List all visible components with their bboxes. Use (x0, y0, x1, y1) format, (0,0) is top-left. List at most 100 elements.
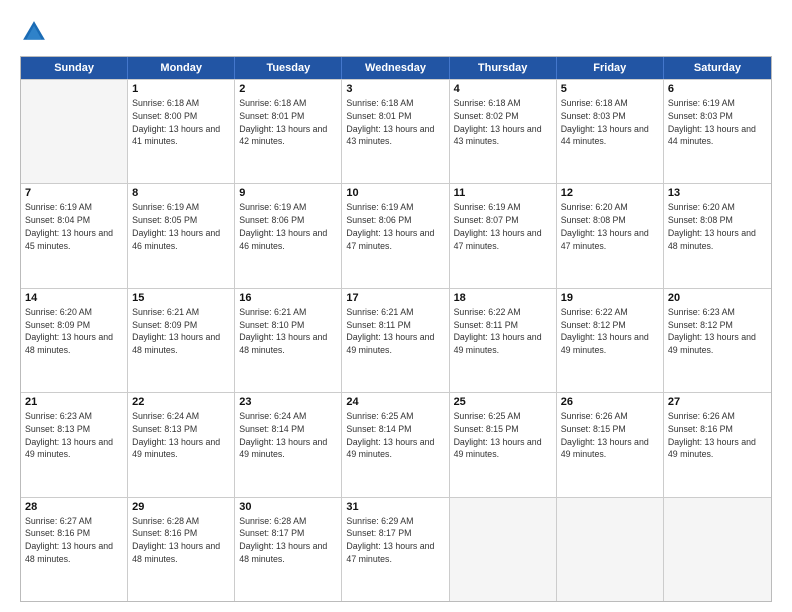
day-number: 23 (239, 396, 337, 408)
calendar-cell (557, 498, 664, 601)
day-info: Sunrise: 6:18 AM Sunset: 8:02 PM Dayligh… (454, 97, 552, 148)
day-number: 31 (346, 501, 444, 513)
day-info: Sunrise: 6:23 AM Sunset: 8:13 PM Dayligh… (25, 410, 123, 461)
day-info: Sunrise: 6:26 AM Sunset: 8:15 PM Dayligh… (561, 410, 659, 461)
day-info: Sunrise: 6:20 AM Sunset: 8:08 PM Dayligh… (668, 201, 767, 252)
logo (20, 18, 52, 46)
calendar-cell: 31 Sunrise: 6:29 AM Sunset: 8:17 PM Dayli… (342, 498, 449, 601)
calendar-cell: 30Sunrise: 6:28 AM Sunset: 8:17 PM Dayli… (235, 498, 342, 601)
day-number: 12 (561, 187, 659, 199)
calendar-row-1: 7 Sunrise: 6:19 AM Sunset: 8:04 PM Daylig… (21, 183, 771, 287)
day-number: 24 (346, 396, 444, 408)
calendar-cell (21, 80, 128, 183)
calendar-row-2: 14 Sunrise: 6:20 AM Sunset: 8:09 PM Dayli… (21, 288, 771, 392)
day-number: 20 (668, 292, 767, 304)
day-of-week-thursday: Thursday (450, 57, 557, 79)
day-info: Sunrise: 6:19 AM Sunset: 8:06 PM Dayligh… (346, 201, 444, 252)
day-number: 18 (454, 292, 552, 304)
day-info: Sunrise: 6:22 AM Sunset: 8:11 PM Dayligh… (454, 306, 552, 357)
calendar-body: 1 Sunrise: 6:18 AM Sunset: 8:00 PM Daylig… (21, 79, 771, 601)
day-info: Sunrise: 6:19 AM Sunset: 8:06 PM Dayligh… (239, 201, 337, 252)
day-number: 13 (668, 187, 767, 199)
calendar: SundayMondayTuesdayWednesdayThursdayFrid… (20, 56, 772, 602)
day-info: Sunrise: 6:19 AM Sunset: 8:05 PM Dayligh… (132, 201, 230, 252)
day-info: Sunrise: 6:27 AM Sunset: 8:16 PM Dayligh… (25, 515, 123, 566)
day-info: Sunrise: 6:28 AM Sunset: 8:17 PM Dayligh… (239, 515, 337, 566)
day-info: Sunrise: 6:18 AM Sunset: 8:01 PM Dayligh… (239, 97, 337, 148)
day-of-week-monday: Monday (128, 57, 235, 79)
day-number: 7 (25, 187, 123, 199)
calendar-cell: 13 Sunrise: 6:20 AM Sunset: 8:08 PM Dayli… (664, 184, 771, 287)
day-number: 27 (668, 396, 767, 408)
calendar-cell: 9 Sunrise: 6:19 AM Sunset: 8:06 PM Daylig… (235, 184, 342, 287)
day-number: 2 (239, 83, 337, 95)
day-info: Sunrise: 6:18 AM Sunset: 8:01 PM Dayligh… (346, 97, 444, 148)
day-info: Sunrise: 6:24 AM Sunset: 8:14 PM Dayligh… (239, 410, 337, 461)
day-number: 1 (132, 83, 230, 95)
calendar-row-4: 28 Sunrise: 6:27 AM Sunset: 8:16 PM Dayli… (21, 497, 771, 601)
day-number: 8 (132, 187, 230, 199)
day-info: Sunrise: 6:19 AM Sunset: 8:03 PM Dayligh… (668, 97, 767, 148)
day-number: 4 (454, 83, 552, 95)
calendar-cell: 19Sunrise: 6:22 AM Sunset: 8:12 PM Dayli… (557, 289, 664, 392)
calendar-cell: 12 Sunrise: 6:20 AM Sunset: 8:08 PM Dayli… (557, 184, 664, 287)
calendar-cell: 15 Sunrise: 6:21 AM Sunset: 8:09 PM Dayli… (128, 289, 235, 392)
calendar-row-0: 1 Sunrise: 6:18 AM Sunset: 8:00 PM Daylig… (21, 79, 771, 183)
day-info: Sunrise: 6:18 AM Sunset: 8:00 PM Dayligh… (132, 97, 230, 148)
calendar-cell: 27 Sunrise: 6:26 AM Sunset: 8:16 PM Dayli… (664, 393, 771, 496)
header (20, 18, 772, 46)
day-of-week-sunday: Sunday (21, 57, 128, 79)
day-number: 29 (132, 501, 230, 513)
logo-icon (20, 18, 48, 46)
calendar-cell: 26 Sunrise: 6:26 AM Sunset: 8:15 PM Dayli… (557, 393, 664, 496)
calendar-cell: 23 Sunrise: 6:24 AM Sunset: 8:14 PM Dayli… (235, 393, 342, 496)
calendar-cell: 14 Sunrise: 6:20 AM Sunset: 8:09 PM Dayli… (21, 289, 128, 392)
day-of-week-saturday: Saturday (664, 57, 771, 79)
day-info: Sunrise: 6:21 AM Sunset: 8:10 PM Dayligh… (239, 306, 337, 357)
calendar-cell: 10 Sunrise: 6:19 AM Sunset: 8:06 PM Dayli… (342, 184, 449, 287)
calendar-cell: 17Sunrise: 6:21 AM Sunset: 8:11 PM Dayli… (342, 289, 449, 392)
calendar-cell: 21 Sunrise: 6:23 AM Sunset: 8:13 PM Dayli… (21, 393, 128, 496)
day-info: Sunrise: 6:26 AM Sunset: 8:16 PM Dayligh… (668, 410, 767, 461)
day-number: 15 (132, 292, 230, 304)
calendar-cell: 11Sunrise: 6:19 AM Sunset: 8:07 PM Dayli… (450, 184, 557, 287)
day-number: 21 (25, 396, 123, 408)
calendar-cell: 4 Sunrise: 6:18 AM Sunset: 8:02 PM Daylig… (450, 80, 557, 183)
calendar-cell (664, 498, 771, 601)
day-info: Sunrise: 6:20 AM Sunset: 8:08 PM Dayligh… (561, 201, 659, 252)
day-of-week-tuesday: Tuesday (235, 57, 342, 79)
calendar-cell (450, 498, 557, 601)
calendar-cell: 16Sunrise: 6:21 AM Sunset: 8:10 PM Dayli… (235, 289, 342, 392)
day-number: 6 (668, 83, 767, 95)
calendar-row-3: 21 Sunrise: 6:23 AM Sunset: 8:13 PM Dayli… (21, 392, 771, 496)
day-info: Sunrise: 6:18 AM Sunset: 8:03 PM Dayligh… (561, 97, 659, 148)
day-number: 25 (454, 396, 552, 408)
day-number: 5 (561, 83, 659, 95)
day-number: 10 (346, 187, 444, 199)
day-info: Sunrise: 6:20 AM Sunset: 8:09 PM Dayligh… (25, 306, 123, 357)
calendar-cell: 1 Sunrise: 6:18 AM Sunset: 8:00 PM Daylig… (128, 80, 235, 183)
calendar-cell: 3 Sunrise: 6:18 AM Sunset: 8:01 PM Daylig… (342, 80, 449, 183)
day-of-week-friday: Friday (557, 57, 664, 79)
day-info: Sunrise: 6:19 AM Sunset: 8:07 PM Dayligh… (454, 201, 552, 252)
day-info: Sunrise: 6:29 AM Sunset: 8:17 PM Dayligh… (346, 515, 444, 566)
calendar-cell: 6 Sunrise: 6:19 AM Sunset: 8:03 PM Daylig… (664, 80, 771, 183)
calendar-cell: 2 Sunrise: 6:18 AM Sunset: 8:01 PM Daylig… (235, 80, 342, 183)
day-number: 26 (561, 396, 659, 408)
calendar-cell: 28 Sunrise: 6:27 AM Sunset: 8:16 PM Dayli… (21, 498, 128, 601)
day-info: Sunrise: 6:19 AM Sunset: 8:04 PM Dayligh… (25, 201, 123, 252)
calendar-cell: 8 Sunrise: 6:19 AM Sunset: 8:05 PM Daylig… (128, 184, 235, 287)
calendar-cell: 24Sunrise: 6:25 AM Sunset: 8:14 PM Dayli… (342, 393, 449, 496)
day-info: Sunrise: 6:21 AM Sunset: 8:09 PM Dayligh… (132, 306, 230, 357)
day-of-week-wednesday: Wednesday (342, 57, 449, 79)
calendar-cell: 20 Sunrise: 6:23 AM Sunset: 8:12 PM Dayli… (664, 289, 771, 392)
calendar-cell: 25Sunrise: 6:25 AM Sunset: 8:15 PM Dayli… (450, 393, 557, 496)
calendar-cell: 5 Sunrise: 6:18 AM Sunset: 8:03 PM Daylig… (557, 80, 664, 183)
day-info: Sunrise: 6:21 AM Sunset: 8:11 PM Dayligh… (346, 306, 444, 357)
day-number: 3 (346, 83, 444, 95)
day-number: 28 (25, 501, 123, 513)
day-info: Sunrise: 6:23 AM Sunset: 8:12 PM Dayligh… (668, 306, 767, 357)
day-number: 9 (239, 187, 337, 199)
calendar-cell: 7 Sunrise: 6:19 AM Sunset: 8:04 PM Daylig… (21, 184, 128, 287)
day-number: 14 (25, 292, 123, 304)
